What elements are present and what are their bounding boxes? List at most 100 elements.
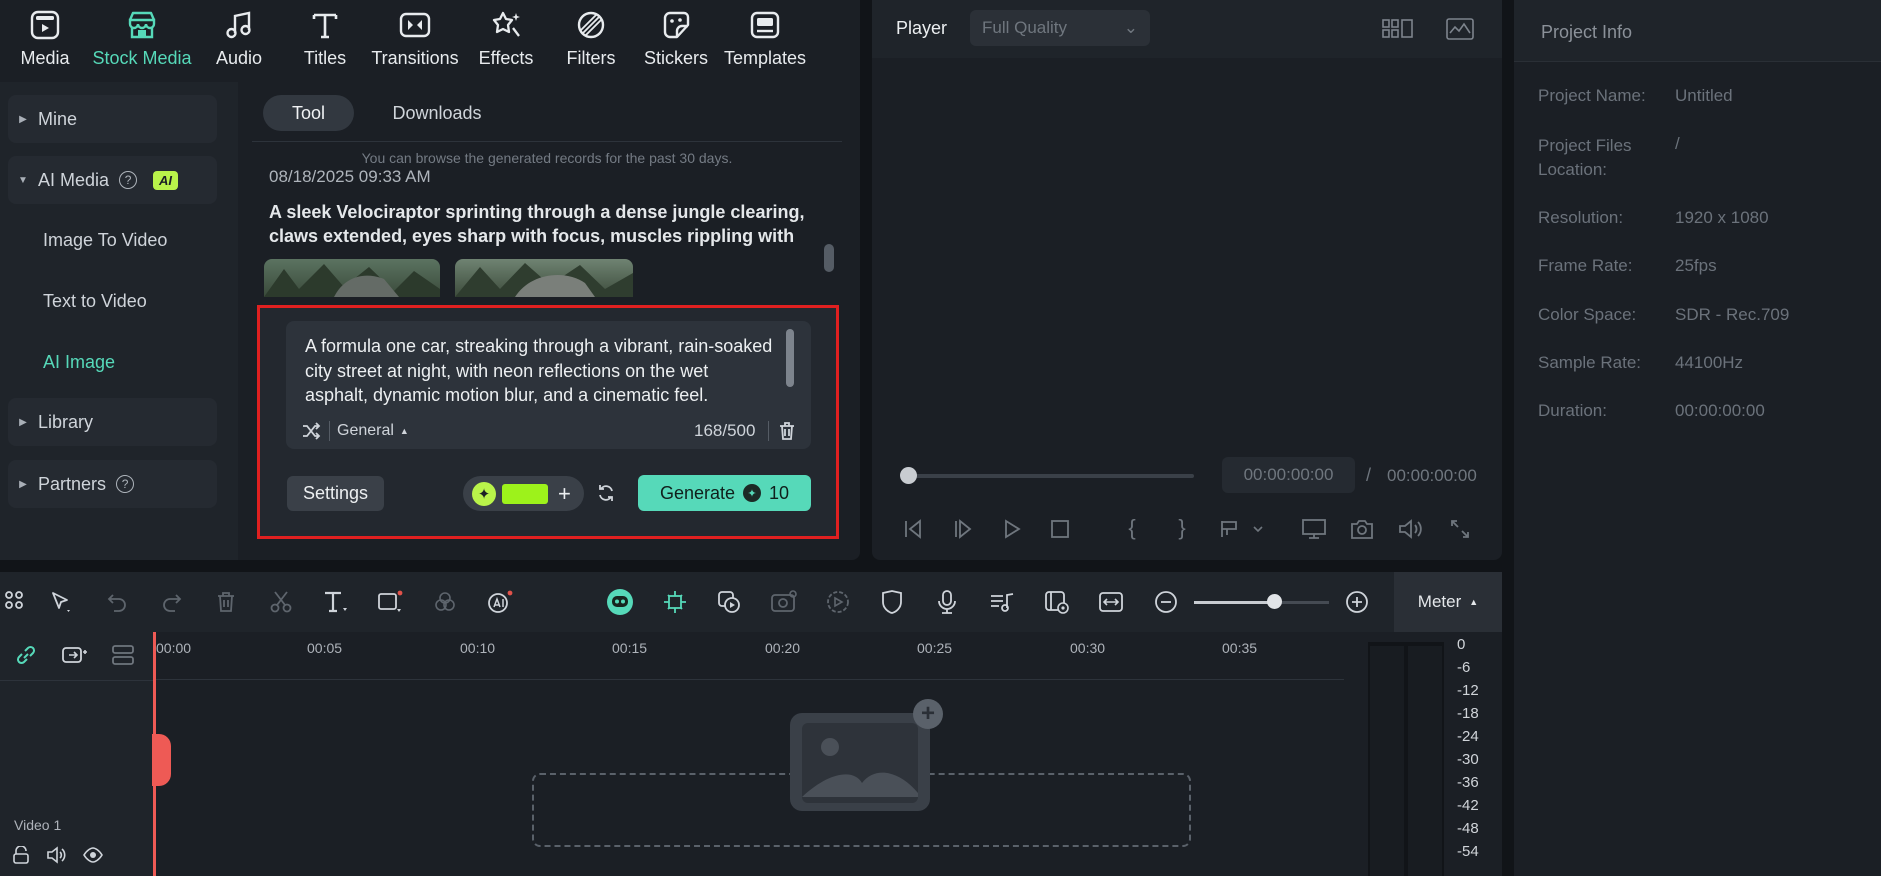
- meter-dropdown[interactable]: Meter ▲: [1394, 572, 1502, 632]
- sidebar-item-library[interactable]: ▶ Library: [8, 398, 217, 446]
- play-icon[interactable]: [999, 516, 1025, 542]
- add-media-icon[interactable]: +: [913, 699, 943, 729]
- sidebar-item-image-to-video[interactable]: Image To Video: [43, 230, 167, 251]
- tab-stickers[interactable]: Stickers: [633, 8, 719, 74]
- settings-button[interactable]: Settings: [287, 476, 384, 511]
- tab-titles[interactable]: Titles: [282, 8, 368, 74]
- waveform-icon[interactable]: [1445, 16, 1475, 42]
- total-time: 00:00:00:00: [1387, 466, 1477, 485]
- layout-icon[interactable]: [0, 586, 32, 618]
- tab-filters-label: Filters: [566, 48, 616, 68]
- record-prompt: A sleek Velociraptor sprinting through a…: [269, 202, 805, 246]
- tab-effects[interactable]: Effects: [463, 8, 549, 74]
- db-label: -6: [1457, 659, 1471, 676]
- volume-icon[interactable]: [1396, 516, 1424, 542]
- resolution-value: 1920 x 1080: [1675, 208, 1769, 227]
- caret-down-icon: ▼: [18, 174, 28, 186]
- help-icon[interactable]: ?: [116, 475, 135, 493]
- sidebar-item-text-to-video[interactable]: Text to Video: [43, 291, 147, 312]
- generated-thumbnail[interactable]: [264, 259, 440, 297]
- sidebar-item-ai-image[interactable]: AI Image: [43, 352, 115, 373]
- tab-media[interactable]: Media: [2, 8, 88, 74]
- tab-filters[interactable]: Filters: [548, 8, 634, 74]
- duration-value: 00:00:00:00: [1675, 401, 1765, 420]
- mark-out-icon[interactable]: }: [1170, 514, 1194, 542]
- add-credits-icon[interactable]: +: [558, 481, 571, 507]
- meter-right-channel: [1408, 646, 1442, 876]
- mute-track-icon[interactable]: [45, 844, 67, 866]
- undo-icon[interactable]: [101, 586, 133, 618]
- audio-list-icon[interactable]: [986, 586, 1018, 618]
- sidebar-item-partners[interactable]: ▶ Partners ?: [8, 460, 217, 508]
- link-icon[interactable]: [12, 643, 40, 667]
- generate-button[interactable]: Generate ✦ 10: [638, 475, 811, 511]
- lock-track-icon[interactable]: [10, 844, 32, 866]
- preview-render-icon[interactable]: [1041, 586, 1073, 618]
- project-info-panel: [1514, 0, 1881, 876]
- char-count: 168/500: [694, 421, 756, 440]
- color-icon[interactable]: [429, 586, 461, 618]
- tab-templates[interactable]: Templates: [720, 8, 810, 74]
- tab-downloads[interactable]: Downloads: [378, 95, 496, 131]
- help-icon[interactable]: ?: [119, 171, 138, 189]
- snapshot-icon[interactable]: [1348, 516, 1376, 542]
- microphone-icon[interactable]: [931, 586, 963, 618]
- sidebar-item-mine[interactable]: ▶ Mine: [8, 95, 217, 143]
- sidebar-item-ai-media[interactable]: ▼ AI Media ? AI: [8, 156, 217, 204]
- scrollbar[interactable]: [824, 244, 834, 272]
- select-tool-icon[interactable]: [45, 586, 77, 618]
- add-track-icon[interactable]: [60, 643, 90, 667]
- zoom-out-icon[interactable]: [1150, 586, 1182, 618]
- scissors-icon[interactable]: [265, 586, 297, 618]
- next-frame-icon[interactable]: [950, 516, 976, 542]
- zoom-slider-handle[interactable]: [1267, 594, 1282, 609]
- fullscreen-icon[interactable]: [1447, 516, 1473, 542]
- db-label: 0: [1457, 636, 1466, 653]
- refresh-icon[interactable]: [594, 481, 618, 505]
- info-label: Duration:: [1538, 401, 1607, 420]
- tab-effects-label: Effects: [478, 48, 534, 68]
- project-info-title: Project Info: [1541, 22, 1633, 42]
- zoom-in-icon[interactable]: [1341, 586, 1373, 618]
- prompt-input[interactable]: A formula one car, streaking through a v…: [305, 334, 775, 408]
- shuffle-icon[interactable]: [300, 420, 322, 442]
- tab-audio[interactable]: Audio: [196, 8, 282, 74]
- prev-frame-icon[interactable]: [900, 516, 926, 542]
- render-preview-icon[interactable]: [1300, 516, 1328, 542]
- tab-tool[interactable]: Tool: [263, 95, 354, 131]
- ai-tools-icon[interactable]: [484, 586, 516, 618]
- history-notice: You can browse the generated records for…: [361, 150, 733, 166]
- tab-stock-media[interactable]: Stock Media: [90, 8, 194, 74]
- delete-icon[interactable]: [210, 586, 242, 618]
- ruler-tick: 00:15: [612, 640, 648, 656]
- stop-icon[interactable]: [1047, 516, 1073, 542]
- style-dropdown[interactable]: General ▲: [337, 422, 409, 440]
- ai-copilot-icon[interactable]: [604, 586, 636, 618]
- credits-widget[interactable]: ✦ +: [463, 476, 584, 511]
- playback-scrubber[interactable]: [908, 474, 1194, 478]
- speed-icon[interactable]: [822, 586, 854, 618]
- tab-transitions[interactable]: Transitions: [371, 8, 459, 74]
- marker-dropdown-icon[interactable]: [1218, 516, 1268, 542]
- generated-thumbnail[interactable]: [455, 259, 633, 297]
- keyframe-icon[interactable]: [768, 586, 800, 618]
- text-tool-icon[interactable]: [320, 586, 352, 618]
- fit-timeline-icon[interactable]: [1095, 586, 1127, 618]
- filters-icon: [577, 11, 605, 39]
- info-label: Sample Rate:: [1538, 353, 1641, 372]
- mask-icon[interactable]: [876, 586, 908, 618]
- playhead-handle[interactable]: [152, 734, 171, 786]
- track-settings-icon[interactable]: [108, 643, 138, 667]
- prompt-scrollbar[interactable]: [786, 329, 794, 387]
- smart-cutout-icon[interactable]: [659, 586, 691, 618]
- mark-in-icon[interactable]: {: [1120, 514, 1144, 542]
- scrubber-handle[interactable]: [900, 467, 917, 484]
- grid-view-icon[interactable]: [1382, 16, 1414, 42]
- crop-icon[interactable]: [374, 586, 406, 618]
- credit-balance-redacted: [502, 483, 548, 504]
- redo-icon[interactable]: [156, 586, 188, 618]
- motion-tracking-icon[interactable]: [713, 586, 745, 618]
- trash-icon[interactable]: [776, 419, 798, 443]
- quality-dropdown[interactable]: Full Quality ⌄: [970, 10, 1150, 46]
- visibility-icon[interactable]: [82, 844, 104, 866]
